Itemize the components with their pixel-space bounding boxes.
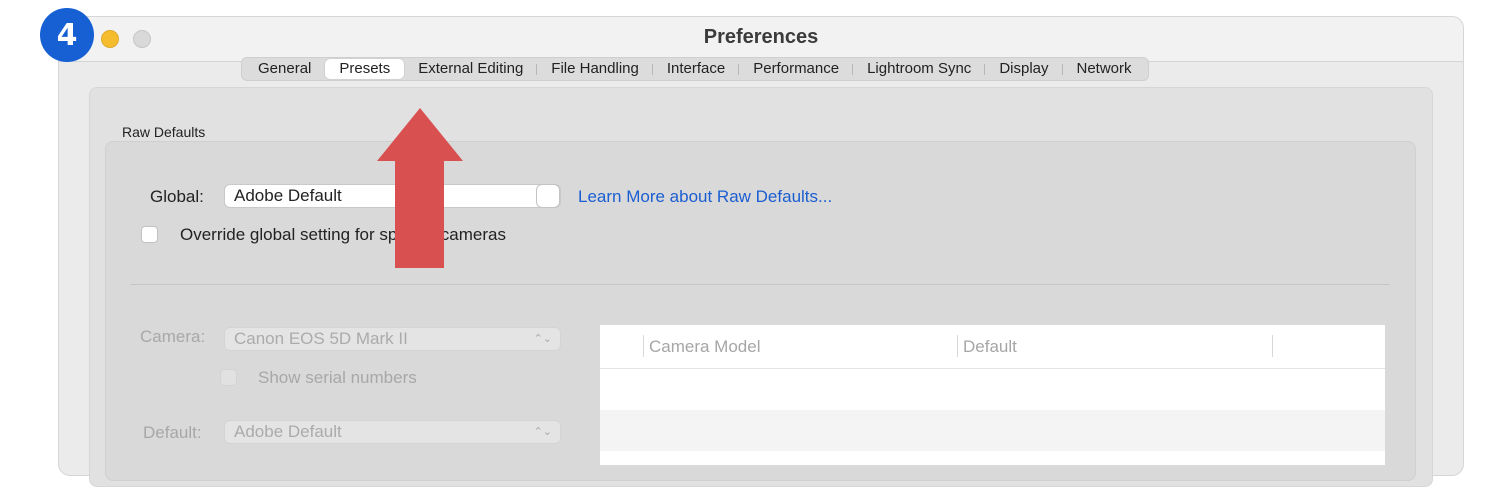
tab-interface[interactable]: Interface [651,59,739,79]
column-divider [1272,335,1273,357]
tab-lightroom-sync[interactable]: Lightroom Sync [852,59,985,79]
global-defaults-value: Adobe Default [234,186,342,205]
step-number-badge: 4 [40,8,94,62]
default-select-value: Adobe Default [234,422,342,441]
table-row[interactable] [600,410,1385,451]
show-serial-numbers-label: Show serial numbers [258,368,417,387]
tab-file-handling[interactable]: File Handling [536,59,653,79]
global-defaults-dropdown-button[interactable] [536,184,560,208]
tab-general[interactable]: General [244,59,325,79]
camera-select-value: Canon EOS 5D Mark II [234,329,408,348]
annotation-arrow-icon [377,108,463,268]
camera-defaults-table: Camera Model Default [600,325,1385,465]
camera-select-stepper-icon: ⌃⌄ [533,333,552,345]
preferences-tab-bar: General Presets External Editing File Ha… [241,57,1149,81]
tab-external-editing[interactable]: External Editing [404,59,537,79]
override-cameras-checkbox[interactable] [141,226,158,243]
window-title: Preferences [703,26,819,48]
global-label: Global: [150,187,204,206]
raw-defaults-section-label: Raw Defaults [122,124,206,140]
show-serial-numbers-checkbox[interactable] [220,369,237,386]
tab-performance[interactable]: Performance [738,59,853,79]
column-header-default[interactable]: Default [957,325,1017,368]
section-divider [130,284,1390,285]
camera-select[interactable]: Canon EOS 5D Mark II ⌃⌄ [224,327,561,351]
annotation-arrow-shape [377,108,463,268]
tab-presets[interactable]: Presets [325,59,405,79]
title-bar: Preferences [59,17,1463,62]
default-select[interactable]: Adobe Default ⌃⌄ [224,420,561,444]
default-select-stepper-icon: ⌃⌄ [533,426,552,438]
column-header-camera-model[interactable]: Camera Model [643,325,761,368]
camera-label: Camera: [140,327,206,346]
tab-network[interactable]: Network [1061,59,1146,79]
default-label: Default: [143,423,202,442]
learn-more-raw-defaults-link[interactable]: Learn More about Raw Defaults... [578,187,832,207]
table-header: Camera Model Default [600,325,1385,369]
table-row[interactable] [600,369,1385,410]
tab-display[interactable]: Display [984,59,1062,79]
